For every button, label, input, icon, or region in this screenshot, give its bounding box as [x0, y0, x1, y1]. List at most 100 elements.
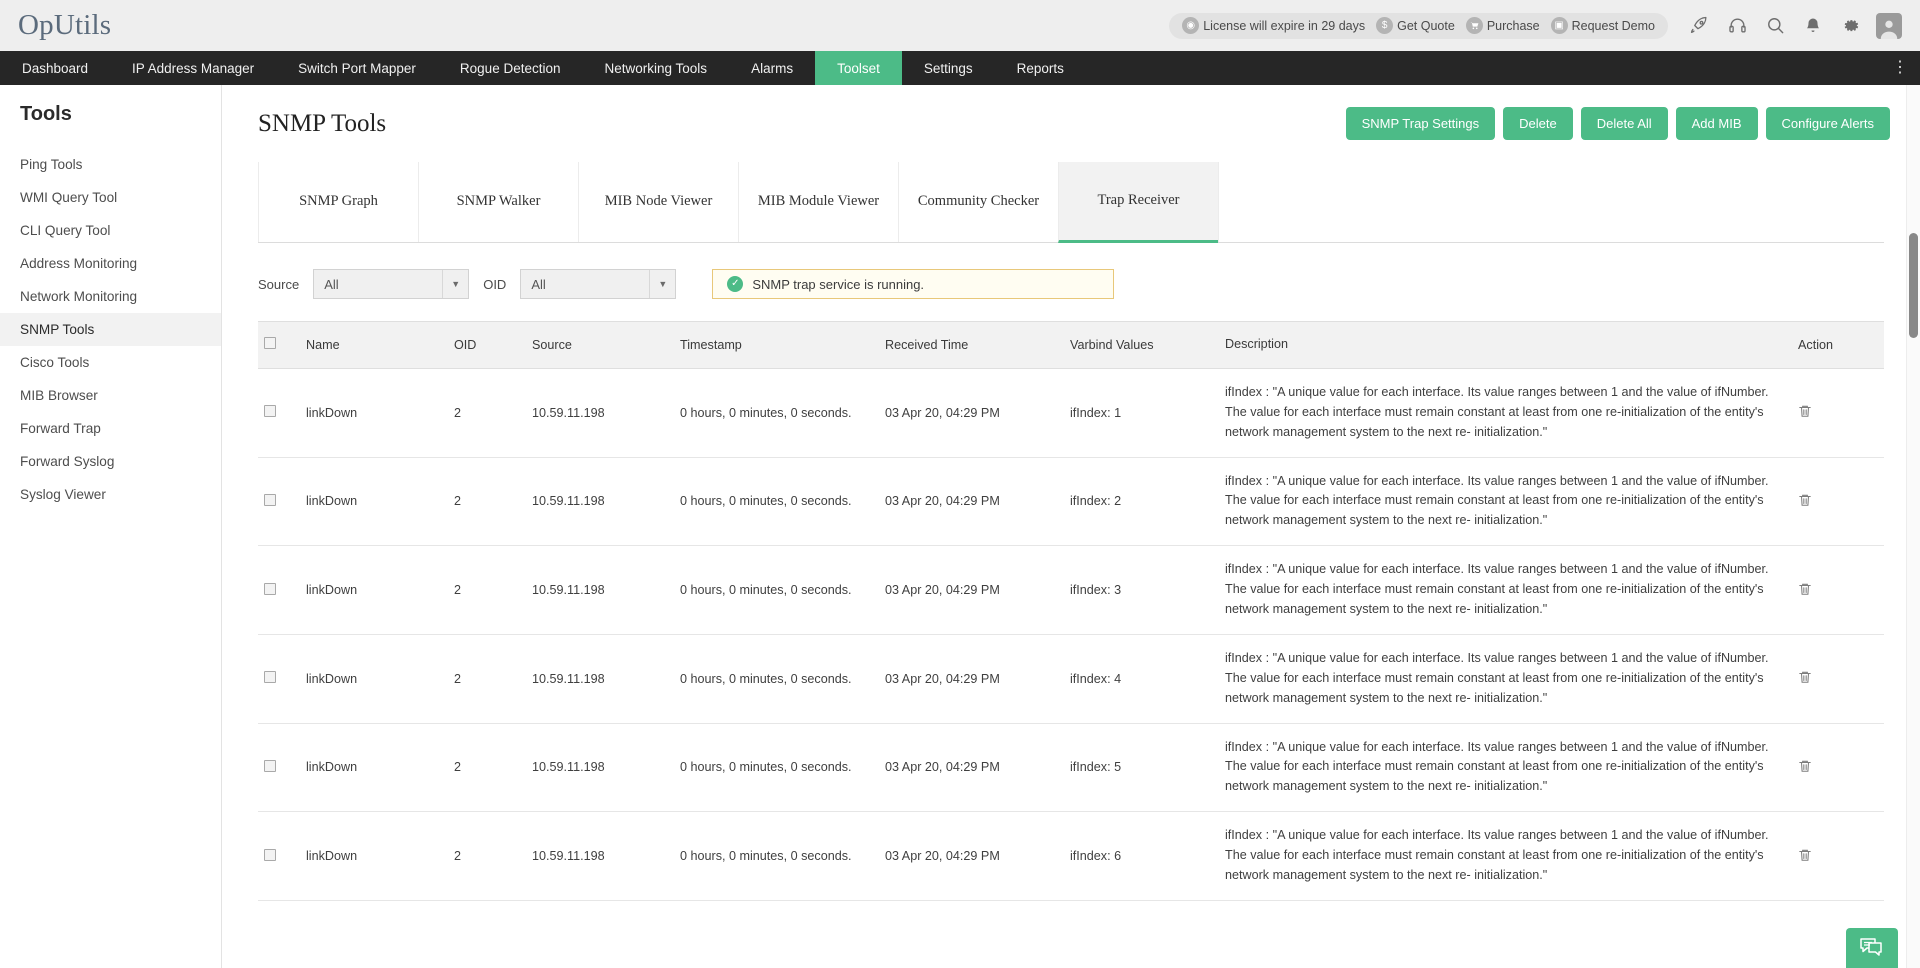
user-avatar-icon[interactable]: [1872, 9, 1906, 43]
sidebar-item-cisco-tools[interactable]: Cisco Tools: [0, 346, 221, 379]
table-row[interactable]: linkDown 2 10.59.11.198 0 hours, 0 minut…: [258, 634, 1884, 723]
cell-action: [1792, 368, 1884, 457]
sidebar-item-mib-browser[interactable]: MIB Browser: [0, 379, 221, 412]
get-quote-link[interactable]: $ Get Quote: [1373, 17, 1458, 34]
sidebar-item-ping-tools[interactable]: Ping Tools: [0, 148, 221, 181]
nav-item-switch-port-mapper[interactable]: Switch Port Mapper: [276, 51, 438, 85]
sidebar-item-forward-syslog[interactable]: Forward Syslog: [0, 445, 221, 478]
row-checkbox[interactable]: [264, 849, 276, 861]
gear-icon[interactable]: [1834, 9, 1868, 43]
cell-timestamp: 0 hours, 0 minutes, 0 seconds.: [674, 368, 879, 457]
select-all-checkbox[interactable]: [264, 337, 276, 349]
cart-icon: [1466, 17, 1483, 34]
delete-button[interactable]: Delete: [1503, 107, 1573, 140]
tab-mib-node-viewer[interactable]: MIB Node Viewer: [578, 162, 738, 242]
cell-received-time: 03 Apr 20, 04:29 PM: [879, 368, 1064, 457]
header-received-time[interactable]: Received Time: [879, 322, 1064, 369]
sidebar: Tools Ping Tools WMI Query Tool CLI Quer…: [0, 85, 222, 968]
scrollbar-thumb[interactable]: [1909, 233, 1918, 338]
cell-varbind: ifIndex: 5: [1064, 723, 1219, 812]
cell-name: linkDown: [300, 634, 448, 723]
nav-item-alarms[interactable]: Alarms: [729, 51, 815, 85]
row-checkbox[interactable]: [264, 760, 276, 772]
header-varbind-values[interactable]: Varbind Values: [1064, 322, 1219, 369]
cell-action: [1792, 723, 1884, 812]
header-source[interactable]: Source: [526, 322, 674, 369]
purchase-link[interactable]: Purchase: [1463, 17, 1543, 34]
cell-varbind: ifIndex: 1: [1064, 368, 1219, 457]
cell-received-time: 03 Apr 20, 04:29 PM: [879, 634, 1064, 723]
delete-all-button[interactable]: Delete All: [1581, 107, 1668, 140]
cell-source: 10.59.11.198: [526, 457, 674, 546]
add-mib-button[interactable]: Add MIB: [1676, 107, 1758, 140]
cell-oid: 2: [448, 812, 526, 901]
header-timestamp[interactable]: Timestamp: [674, 322, 879, 369]
header-action[interactable]: Action: [1792, 322, 1884, 369]
sidebar-item-address-monitoring[interactable]: Address Monitoring: [0, 247, 221, 280]
tab-snmp-graph[interactable]: SNMP Graph: [258, 162, 418, 242]
row-select-cell: [258, 457, 300, 546]
cell-name: linkDown: [300, 457, 448, 546]
rocket-icon[interactable]: [1682, 9, 1716, 43]
sidebar-item-syslog-viewer[interactable]: Syslog Viewer: [0, 478, 221, 511]
delete-row-icon[interactable]: [1798, 403, 1812, 419]
delete-row-icon[interactable]: [1798, 581, 1812, 597]
tab-community-checker[interactable]: Community Checker: [898, 162, 1058, 242]
feedback-chat-button[interactable]: [1846, 928, 1898, 968]
header-description[interactable]: Description: [1219, 322, 1792, 369]
table-row[interactable]: linkDown 2 10.59.11.198 0 hours, 0 minut…: [258, 812, 1884, 901]
snmp-trap-settings-button[interactable]: SNMP Trap Settings: [1346, 107, 1496, 140]
tab-trap-receiver[interactable]: Trap Receiver: [1058, 162, 1218, 243]
nav-item-toolset[interactable]: Toolset: [815, 51, 902, 85]
tool-tabs: SNMP Graph SNMP Walker MIB Node Viewer M…: [258, 162, 1884, 243]
main-content: SNMP Tools SNMP Trap Settings Delete Del…: [222, 85, 1920, 968]
row-checkbox[interactable]: [264, 494, 276, 506]
sidebar-item-network-monitoring[interactable]: Network Monitoring: [0, 280, 221, 313]
header-oid[interactable]: OID: [448, 322, 526, 369]
table-row[interactable]: linkDown 2 10.59.11.198 0 hours, 0 minut…: [258, 546, 1884, 635]
cell-timestamp: 0 hours, 0 minutes, 0 seconds.: [674, 546, 879, 635]
trap-table: Name OID Source Timestamp Received Time …: [258, 321, 1884, 901]
cell-name: linkDown: [300, 368, 448, 457]
page-body: Tools Ping Tools WMI Query Tool CLI Quer…: [0, 85, 1920, 968]
cell-description: ifIndex : "A unique value for each inter…: [1219, 723, 1792, 812]
row-select-cell: [258, 723, 300, 812]
status-banner: ✓ SNMP trap service is running.: [712, 269, 1114, 299]
headset-icon[interactable]: [1720, 9, 1754, 43]
oid-filter-select[interactable]: All ▼: [520, 269, 676, 299]
request-demo-link[interactable]: ▣ Request Demo: [1548, 17, 1658, 34]
nav-item-settings[interactable]: Settings: [902, 51, 995, 85]
configure-alerts-button[interactable]: Configure Alerts: [1766, 107, 1891, 140]
nav-item-reports[interactable]: Reports: [995, 51, 1086, 85]
table-row[interactable]: linkDown 2 10.59.11.198 0 hours, 0 minut…: [258, 457, 1884, 546]
row-checkbox[interactable]: [264, 671, 276, 683]
nav-item-rogue-detection[interactable]: Rogue Detection: [438, 51, 583, 85]
sidebar-item-snmp-tools[interactable]: SNMP Tools: [0, 313, 221, 346]
nav-overflow-menu-icon[interactable]: ⋮: [1880, 51, 1920, 85]
row-checkbox[interactable]: [264, 583, 276, 595]
source-filter-select[interactable]: All ▼: [313, 269, 469, 299]
table-header: Name OID Source Timestamp Received Time …: [258, 322, 1884, 369]
header-icon-group: [1682, 9, 1906, 43]
search-icon[interactable]: [1758, 9, 1792, 43]
table-row[interactable]: linkDown 2 10.59.11.198 0 hours, 0 minut…: [258, 723, 1884, 812]
delete-row-icon[interactable]: [1798, 492, 1812, 508]
table-row[interactable]: linkDown 2 10.59.11.198 0 hours, 0 minut…: [258, 368, 1884, 457]
nav-item-networking-tools[interactable]: Networking Tools: [583, 51, 730, 85]
delete-row-icon[interactable]: [1798, 758, 1812, 774]
row-checkbox[interactable]: [264, 405, 276, 417]
nav-item-dashboard[interactable]: Dashboard: [0, 51, 110, 85]
sidebar-item-wmi-query-tool[interactable]: WMI Query Tool: [0, 181, 221, 214]
header-name[interactable]: Name: [300, 322, 448, 369]
bell-icon[interactable]: [1796, 9, 1830, 43]
nav-item-ip-address-manager[interactable]: IP Address Manager: [110, 51, 276, 85]
sidebar-item-cli-query-tool[interactable]: CLI Query Tool: [0, 214, 221, 247]
license-status[interactable]: ◉ License will expire in 29 days: [1179, 17, 1368, 34]
trap-table-container: Name OID Source Timestamp Received Time …: [258, 321, 1884, 901]
delete-row-icon[interactable]: [1798, 847, 1812, 863]
scrollbar-track[interactable]: [1906, 85, 1920, 968]
tab-snmp-walker[interactable]: SNMP Walker: [418, 162, 578, 242]
tab-mib-module-viewer[interactable]: MIB Module Viewer: [738, 162, 898, 242]
sidebar-item-forward-trap[interactable]: Forward Trap: [0, 412, 221, 445]
delete-row-icon[interactable]: [1798, 669, 1812, 685]
